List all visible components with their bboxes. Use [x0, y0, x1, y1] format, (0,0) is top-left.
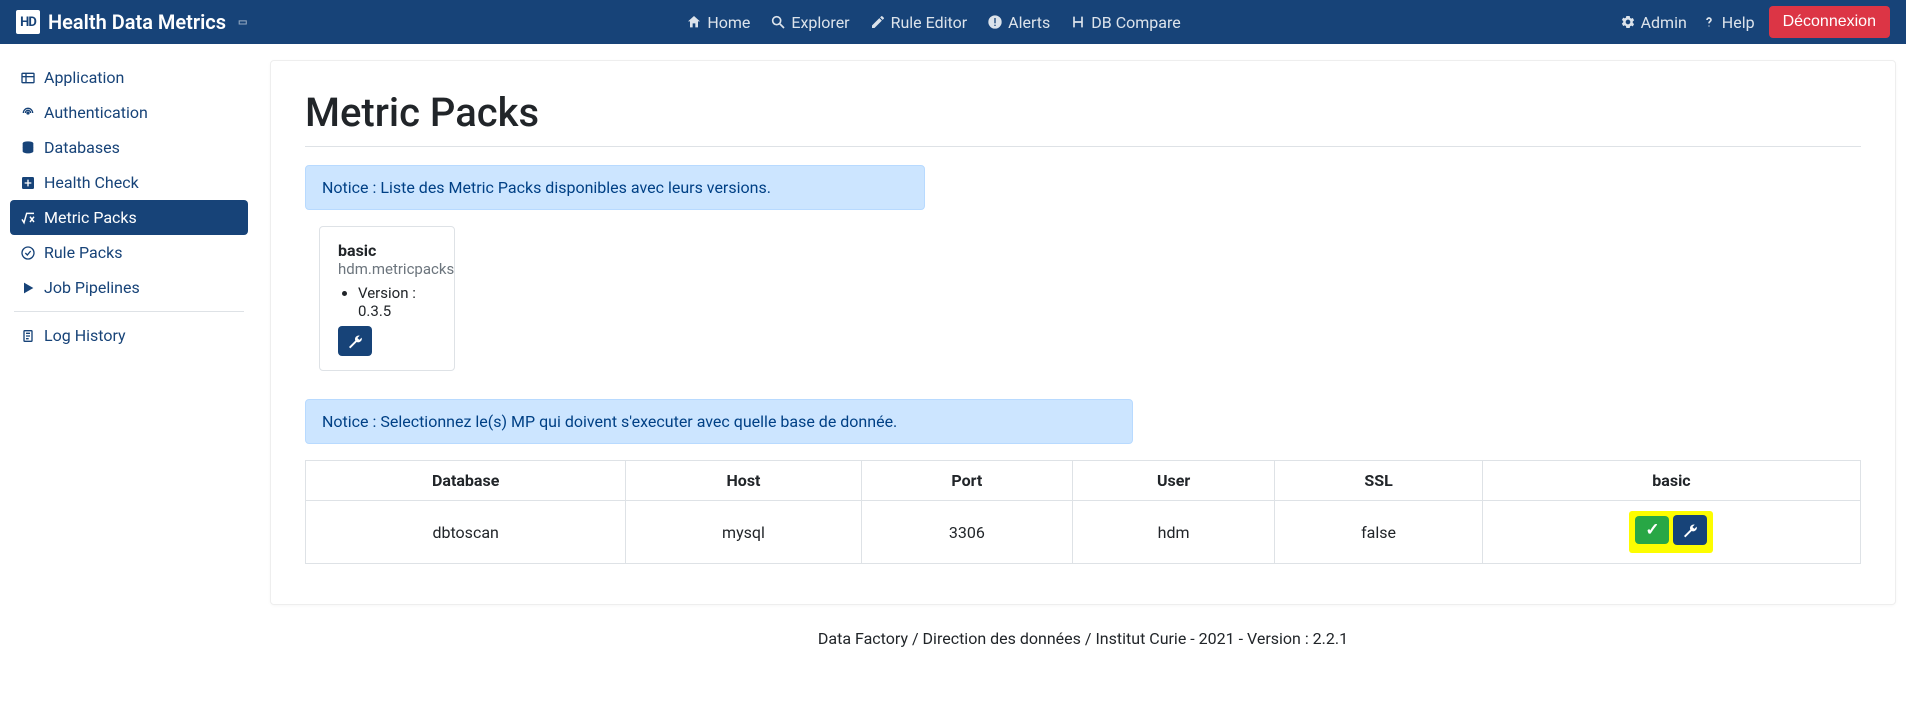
nav-home[interactable]: Home	[686, 13, 750, 32]
nav-admin-label: Admin	[1641, 13, 1687, 32]
navbar-right: Admin Help Déconnexion	[1620, 6, 1890, 38]
th-database: Database	[306, 461, 626, 501]
nav-alerts[interactable]: Alerts	[987, 13, 1050, 32]
pack-version: Version : 0.3.5	[358, 284, 436, 320]
pack-module: hdm.metricpacks	[338, 260, 436, 278]
sidebar-item-application[interactable]: Application	[10, 60, 248, 95]
compare-icon	[1070, 14, 1086, 30]
database-icon	[20, 140, 36, 156]
navbar-center: Home Explorer Rule Editor Alerts DB Comp…	[686, 13, 1180, 32]
sidebar-item-label: Log History	[44, 326, 126, 345]
sidebar-item-job-pipelines[interactable]: Job Pipelines	[10, 270, 248, 305]
sidebar-item-label: Metric Packs	[44, 208, 137, 227]
nav-rule-editor[interactable]: Rule Editor	[870, 13, 968, 32]
metric-pack-card: basic hdm.metricpacks Version : 0.3.5	[319, 226, 455, 371]
help-icon	[1701, 14, 1717, 30]
page-title: Metric Packs	[305, 89, 1861, 136]
sidebar-item-label: Application	[44, 68, 124, 87]
cell-user: hdm	[1073, 501, 1275, 564]
sidebar-item-label: Job Pipelines	[44, 278, 140, 297]
sidebar-divider	[14, 311, 244, 312]
plus-square-icon	[20, 175, 36, 191]
sidebar-item-label: Rule Packs	[44, 243, 122, 262]
broadcast-icon	[20, 105, 36, 121]
check-circle-icon	[20, 245, 36, 261]
cell-database: dbtoscan	[306, 501, 626, 564]
wrench-icon	[1682, 522, 1698, 538]
action-highlight: ✓	[1629, 511, 1713, 553]
nav-home-label: Home	[707, 13, 750, 32]
cell-port: 3306	[861, 501, 1072, 564]
title-divider	[305, 146, 1861, 147]
th-user: User	[1073, 461, 1275, 501]
notice-select: Notice : Selectionnez le(s) MP qui doive…	[305, 399, 1133, 444]
table-header-row: Database Host Port User SSL basic	[306, 461, 1861, 501]
enable-pack-button[interactable]: ✓	[1635, 516, 1669, 544]
nav-alerts-label: Alerts	[1008, 13, 1050, 32]
play-icon	[20, 280, 36, 296]
cell-host: mysql	[626, 501, 861, 564]
cell-actions: ✓	[1482, 501, 1860, 564]
main-content: Metric Packs Notice : Liste des Metric P…	[258, 44, 1906, 672]
th-ssl: SSL	[1275, 461, 1483, 501]
content-card: Metric Packs Notice : Liste des Metric P…	[270, 60, 1896, 605]
nav-help-label: Help	[1722, 13, 1755, 32]
clipboard-icon	[20, 328, 36, 344]
th-host: Host	[626, 461, 861, 501]
wrench-icon	[347, 333, 363, 349]
nav-help[interactable]: Help	[1701, 13, 1755, 32]
th-basic: basic	[1482, 461, 1860, 501]
nav-db-compare[interactable]: DB Compare	[1070, 13, 1180, 32]
sidebar-item-authentication[interactable]: Authentication	[10, 95, 248, 130]
sidebar: Application Authentication Databases Hea…	[0, 44, 258, 672]
alert-icon	[987, 14, 1003, 30]
nav-rule-editor-label: Rule Editor	[891, 13, 968, 32]
nav-explorer[interactable]: Explorer	[770, 13, 849, 32]
db-table: Database Host Port User SSL basic dbtosc…	[305, 460, 1861, 564]
row-config-button[interactable]	[1673, 515, 1707, 545]
footer-text: Data Factory / Direction des données / I…	[270, 623, 1896, 672]
sidebar-item-databases[interactable]: Databases	[10, 130, 248, 165]
nav-explorer-label: Explorer	[791, 13, 849, 32]
sidebar-item-metric-packs[interactable]: Metric Packs	[10, 200, 248, 235]
gears-icon	[1620, 14, 1636, 30]
th-port: Port	[861, 461, 1072, 501]
pencil-icon	[870, 14, 886, 30]
logout-button[interactable]: Déconnexion	[1769, 6, 1890, 38]
cell-ssl: false	[1275, 501, 1483, 564]
app-title: Health Data Metrics	[48, 10, 226, 34]
grid-icon	[20, 70, 36, 86]
sidebar-item-log-history[interactable]: Log History	[10, 318, 248, 353]
sidebar-item-health-check[interactable]: Health Check	[10, 165, 248, 200]
nav-admin[interactable]: Admin	[1620, 13, 1687, 32]
nav-db-compare-label: DB Compare	[1091, 13, 1180, 32]
sidebar-item-rule-packs[interactable]: Rule Packs	[10, 235, 248, 270]
sidebar-item-label: Databases	[44, 138, 120, 157]
app-logo: HD	[16, 10, 40, 34]
home-icon	[686, 14, 702, 30]
check-icon: ✓	[1645, 520, 1659, 540]
brand-link[interactable]: HD Health Data Metrics ▭	[16, 10, 247, 34]
brand-indicator-icon: ▭	[238, 17, 247, 28]
search-icon	[770, 14, 786, 30]
sqrt-icon	[20, 210, 36, 226]
navbar: HD Health Data Metrics ▭ Home Explorer R…	[0, 0, 1906, 44]
sidebar-item-label: Authentication	[44, 103, 148, 122]
sidebar-item-label: Health Check	[44, 173, 139, 192]
pack-name: basic	[338, 241, 436, 260]
table-row: dbtoscan mysql 3306 hdm false ✓	[306, 501, 1861, 564]
pack-config-button[interactable]	[338, 326, 372, 356]
notice-packs: Notice : Liste des Metric Packs disponib…	[305, 165, 925, 210]
